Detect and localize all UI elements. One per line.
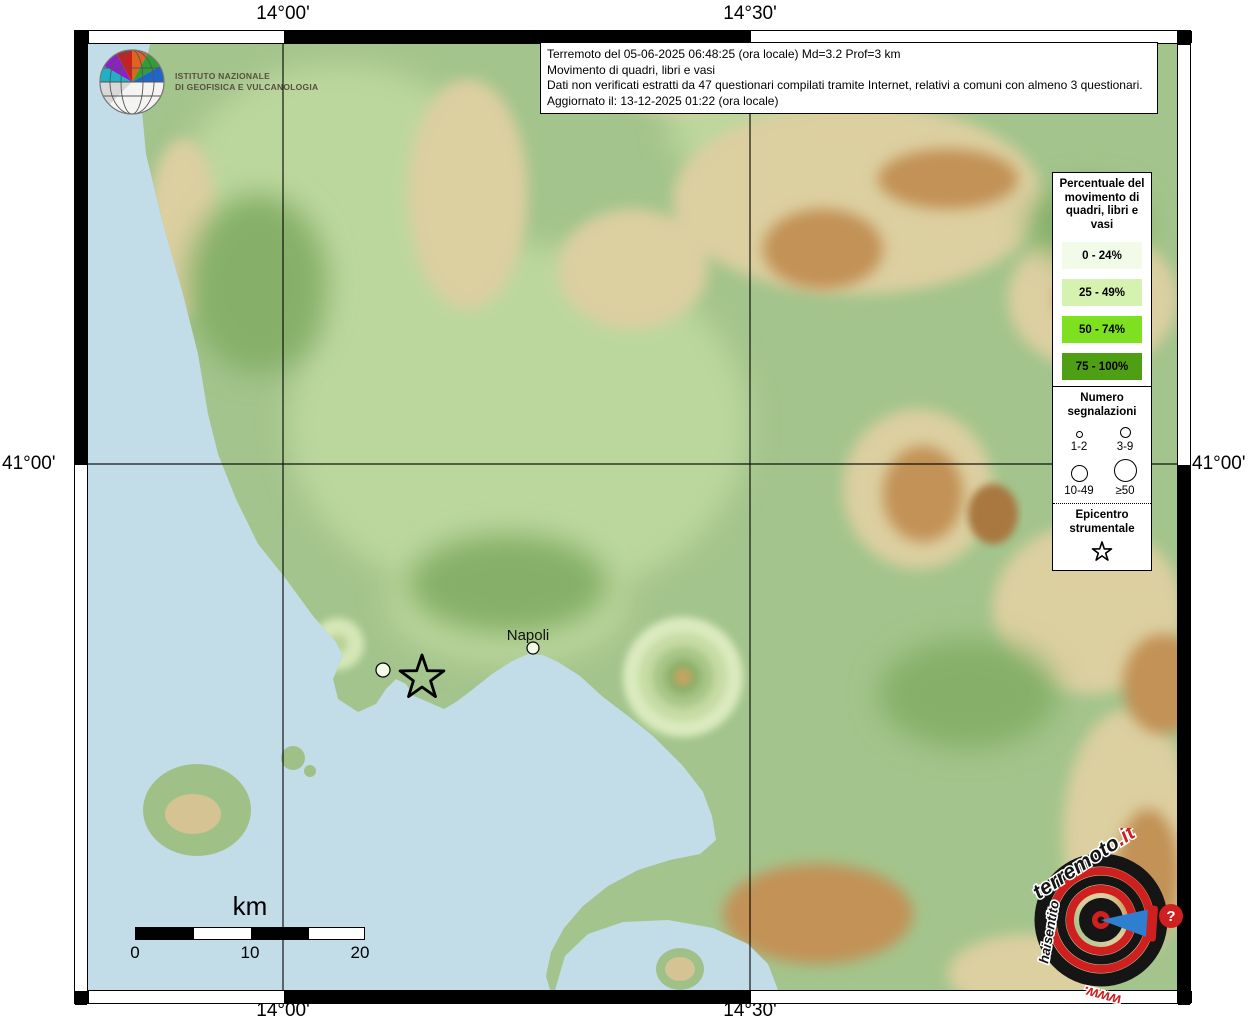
lat-label-east: 41°00' xyxy=(1192,453,1254,475)
legend-report-size-10-49: 10-49 xyxy=(1056,458,1102,497)
map-frame-left xyxy=(74,30,88,1004)
report-marker-west xyxy=(376,663,390,677)
question-mark: ? xyxy=(1166,908,1175,925)
legend-panel: Percentuale del movimento di quadri, lib… xyxy=(1052,172,1152,571)
event-info-line1: Terremoto del 05-06-2025 06:48:25 (ora l… xyxy=(547,47,1151,63)
legend-percent-section: Percentuale del movimento di quadri, lib… xyxy=(1053,173,1151,386)
ingv-name-line2: DI GEOFISICA E VULCANOLOGIA xyxy=(175,82,318,93)
lon-label-top-west: 14°00' xyxy=(233,3,333,25)
event-info-line4: Aggiornato il: 13-12-2025 01:22 (ora loc… xyxy=(547,94,1151,110)
legend-swatch-0-24: 0 - 24% xyxy=(1062,242,1142,269)
legend-report-size-50plus: ≥50 xyxy=(1102,458,1148,497)
scale-tick-10: 10 xyxy=(233,943,267,963)
ischia-island xyxy=(143,764,251,856)
city-label-napoli: Napoli xyxy=(483,627,573,644)
legend-percent-title: Percentuale del movimento di quadri, lib… xyxy=(1056,178,1148,232)
report-size-50plus-icon xyxy=(1114,459,1137,482)
lon-label-top-east: 14°30' xyxy=(700,3,800,25)
report-size-1-2-icon xyxy=(1076,431,1083,438)
vesuvius-volcano xyxy=(623,617,743,737)
felt-report-map-page: 14°00' 14°30' 14°00' 14°30' 41°00' 41°00… xyxy=(0,0,1254,1024)
ingv-logo: ISTITUTO NAZIONALE DI GEOFISICA E VULCAN… xyxy=(96,46,318,118)
legend-epicenter-title: Epicentro strumentale xyxy=(1056,509,1148,536)
haisentito-logo-icon: ? terremoto.it haisentito www. xyxy=(1008,828,1194,1014)
legend-reports-title: Numero segnalazioni xyxy=(1056,392,1148,419)
legend-swatch-25-49: 25 - 49% xyxy=(1062,279,1142,306)
lat-label-west: 41°00' xyxy=(2,453,66,475)
report-size-10-49-icon xyxy=(1071,465,1088,482)
legend-report-size-1-2: 1-2 xyxy=(1056,425,1102,453)
legend-epicenter-section: Epicentro strumentale xyxy=(1053,503,1151,570)
capri-island xyxy=(656,948,704,990)
ingv-name: ISTITUTO NAZIONALE DI GEOFISICA E VULCAN… xyxy=(175,71,318,93)
event-info-line2: Movimento di quadri, libri e vasi xyxy=(547,63,1151,79)
haisentito-watermark: ? terremoto.it haisentito www. xyxy=(1008,828,1194,1014)
ingv-name-line1: ISTITUTO NAZIONALE xyxy=(175,71,318,82)
report-size-3-9-icon xyxy=(1120,427,1131,438)
epicenter-star-icon xyxy=(1089,540,1115,564)
event-info-line3: Dati non verificati estratti da 47 quest… xyxy=(547,78,1151,94)
ingv-globe-icon xyxy=(96,46,168,118)
event-info-box: Terremoto del 05-06-2025 06:48:25 (ora l… xyxy=(540,42,1158,114)
legend-swatch-75-100: 75 - 100% xyxy=(1062,353,1142,380)
scale-tick-0: 0 xyxy=(118,943,152,963)
legend-report-size-3-9: 3-9 xyxy=(1102,425,1148,453)
scale-unit-label: km xyxy=(135,891,365,922)
scale-tick-20: 20 xyxy=(343,943,377,963)
scale-bar: km 0 10 20 xyxy=(135,891,365,962)
legend-reports-section: Numero segnalazioni 1-2 3-9 10-49 ≥50 xyxy=(1053,386,1151,503)
legend-swatch-50-74: 50 - 74% xyxy=(1062,316,1142,343)
scale-bar-segments xyxy=(135,927,365,940)
